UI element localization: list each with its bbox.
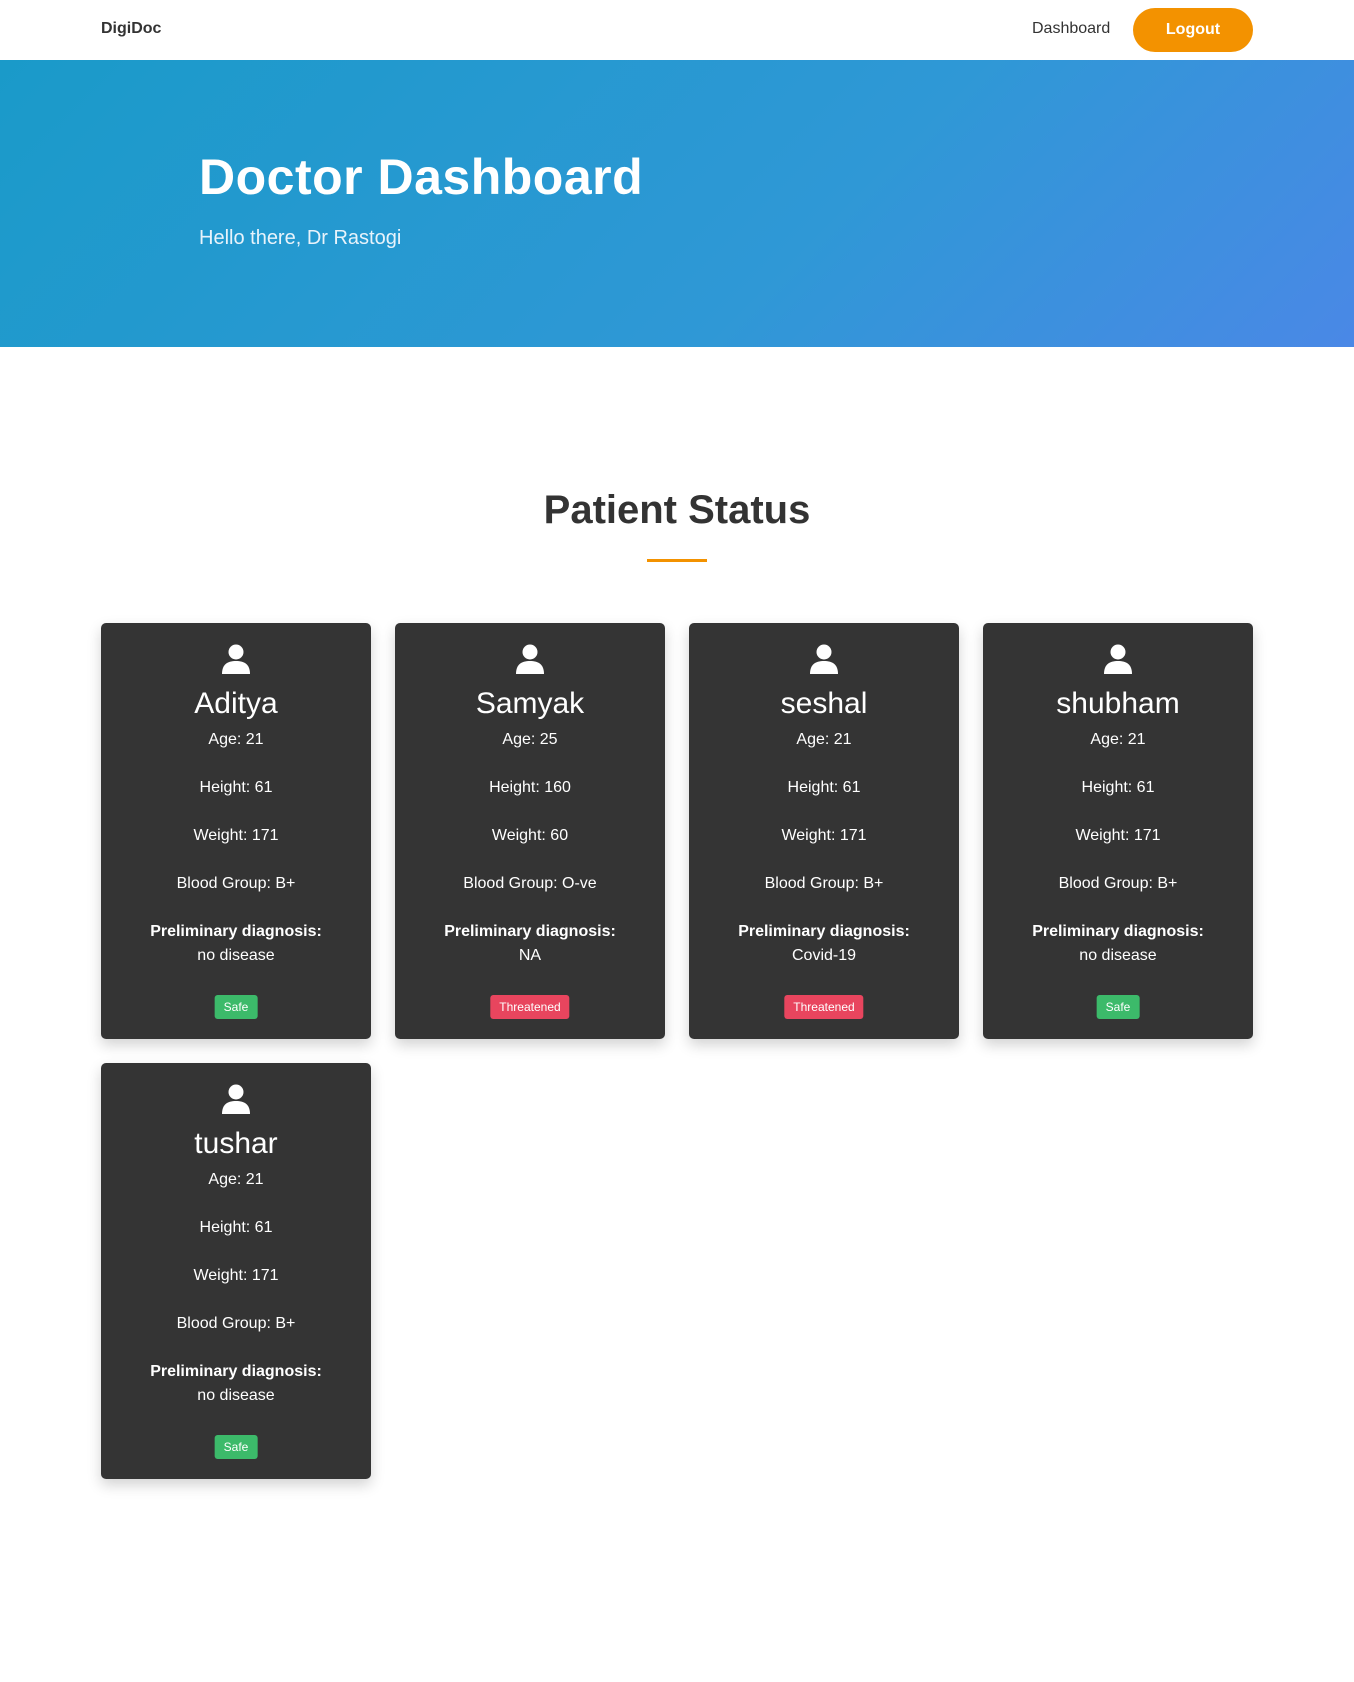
diagnosis-value: NA <box>518 947 542 964</box>
patient-name: seshal <box>780 687 868 720</box>
nav-link-dashboard[interactable]: Dashboard <box>1032 20 1110 38</box>
patient-weight: Weight: 171 <box>781 827 867 844</box>
patient-weight: Weight: 60 <box>491 827 569 844</box>
logout-button[interactable]: Logout <box>1133 8 1253 52</box>
patient-blood-group: Blood Group: B+ <box>176 1315 296 1332</box>
diagnosis-label: Preliminary diagnosis: <box>150 923 322 940</box>
brand-logo[interactable]: DigiDoc <box>101 20 161 38</box>
patient-card: shubham Age: 21 Height: 61 Weight: 171 B… <box>983 623 1253 1039</box>
patient-height: Height: 61 <box>199 779 273 796</box>
diagnosis-value: no disease <box>197 947 275 964</box>
user-icon <box>1104 644 1132 674</box>
patient-blood-group: Blood Group: B+ <box>176 875 296 892</box>
user-icon <box>222 1084 250 1114</box>
status-badge: Safe <box>214 1435 258 1459</box>
diagnosis-label: Preliminary diagnosis: <box>444 923 616 940</box>
patient-age: Age: 21 <box>796 731 852 748</box>
patient-weight: Weight: 171 <box>193 1267 279 1284</box>
diagnosis-value: Covid-19 <box>791 947 857 964</box>
patient-age: Age: 21 <box>208 731 264 748</box>
patient-name: tushar <box>194 1127 278 1160</box>
user-icon <box>222 644 250 674</box>
patient-age: Age: 25 <box>502 731 558 748</box>
patient-blood-group: Blood Group: O-ve <box>463 875 597 892</box>
diagnosis-label: Preliminary diagnosis: <box>738 923 910 940</box>
patient-name: Samyak <box>475 687 585 720</box>
diagnosis-value: no disease <box>1079 947 1157 964</box>
user-icon <box>810 644 838 674</box>
diagnosis-value: no disease <box>197 1387 275 1404</box>
patient-weight: Weight: 171 <box>193 827 279 844</box>
greeting-text: Hello there, Dr Rastogi <box>199 227 402 249</box>
patient-blood-group: Blood Group: B+ <box>1058 875 1178 892</box>
patient-height: Height: 61 <box>199 1219 273 1236</box>
patient-name: shubham <box>1056 687 1180 720</box>
patient-age: Age: 21 <box>1090 731 1146 748</box>
patient-height: Height: 61 <box>787 779 861 796</box>
patient-card: Aditya Age: 21 Height: 61 Weight: 171 Bl… <box>101 623 371 1039</box>
status-badge: Threatened <box>490 995 570 1019</box>
section-title: Patient Status <box>543 488 811 532</box>
status-badge: Safe <box>1096 995 1140 1019</box>
patient-blood-group: Blood Group: B+ <box>764 875 884 892</box>
hero-banner: Doctor Dashboard Hello there, Dr Rastogi <box>0 60 1354 347</box>
navbar: DigiDoc Dashboard Logout <box>0 0 1354 60</box>
section-divider <box>647 559 707 562</box>
user-icon <box>516 644 544 674</box>
patient-card: seshal Age: 21 Height: 61 Weight: 171 Bl… <box>689 623 959 1039</box>
patient-height: Height: 160 <box>489 779 571 796</box>
patient-card: Samyak Age: 25 Height: 160 Weight: 60 Bl… <box>395 623 665 1039</box>
patient-name: Aditya <box>194 687 278 720</box>
status-badge: Threatened <box>784 995 864 1019</box>
patient-card: tushar Age: 21 Height: 61 Weight: 171 Bl… <box>101 1063 371 1479</box>
patient-height: Height: 61 <box>1081 779 1155 796</box>
page-title: Doctor Dashboard <box>199 149 644 205</box>
diagnosis-label: Preliminary diagnosis: <box>1032 923 1204 940</box>
diagnosis-label: Preliminary diagnosis: <box>150 1363 322 1380</box>
patient-weight: Weight: 171 <box>1075 827 1161 844</box>
patient-age: Age: 21 <box>208 1171 264 1188</box>
status-badge: Safe <box>214 995 258 1019</box>
